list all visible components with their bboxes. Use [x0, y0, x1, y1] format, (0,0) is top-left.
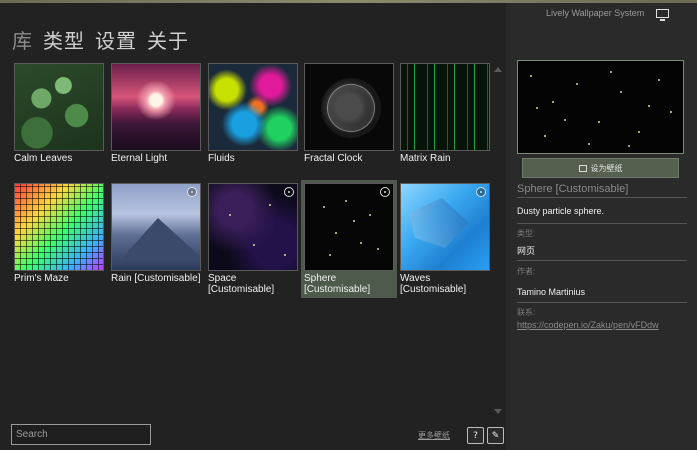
- library-pane: 库 类型 设置 关于 Calm Leaves Eternal Light Flu…: [0, 3, 506, 450]
- customise-gear-icon[interactable]: [187, 187, 197, 197]
- wallpaper-label: Sphere [Customisable]: [304, 273, 371, 295]
- wallpaper-description: Dusty particle sphere.: [517, 206, 605, 216]
- author-label: 作者:: [517, 267, 536, 276]
- author-value: Tamino Martinius: [517, 287, 586, 297]
- app-title: Lively Wallpaper System: [546, 8, 645, 18]
- contact-label: 联系:: [517, 308, 536, 317]
- image-icon: [578, 164, 587, 172]
- wallpaper-title: Sphere [Customisable]: [517, 183, 687, 198]
- help-icon: ?: [473, 430, 478, 441]
- wallpaper-label: Space [Customisable]: [208, 273, 275, 295]
- divider: [517, 260, 687, 261]
- wallpaper-thumbnail: [208, 183, 298, 271]
- wallpaper-label: Fractal Clock: [304, 153, 363, 164]
- divider: [517, 302, 687, 303]
- divider: [517, 223, 687, 224]
- wallpaper-label: Prim's Maze: [14, 273, 69, 284]
- nav-library[interactable]: 库: [12, 25, 33, 54]
- wallpaper-thumbnail: [14, 183, 104, 271]
- more-wallpapers-link[interactable]: 更多壁纸: [418, 430, 450, 441]
- wallpaper-label: Fluids: [208, 153, 235, 164]
- wallpaper-tile-matrix-rain[interactable]: Matrix Rain: [400, 63, 490, 164]
- top-nav: 库 类型 设置 关于: [12, 25, 189, 54]
- wallpaper-label: Rain [Customisable]: [111, 273, 201, 284]
- wallpaper-tile-prims-maze[interactable]: Prim's Maze: [14, 183, 104, 284]
- monitor-icon[interactable]: [656, 9, 669, 21]
- wallpaper-tile-eternal-light[interactable]: Eternal Light: [111, 63, 201, 164]
- customise-gear-icon[interactable]: [380, 187, 390, 197]
- wallpaper-thumbnail: [304, 63, 394, 151]
- wallpaper-thumbnail: [400, 183, 490, 271]
- help-button[interactable]: ?: [467, 427, 484, 444]
- wallpaper-thumbnail: [304, 183, 394, 271]
- type-value: 网页: [517, 246, 536, 256]
- edit-icon: ✎: [491, 430, 500, 441]
- wallpaper-tile-waves[interactable]: Waves [Customisable]: [400, 183, 490, 295]
- wallpaper-thumbnail: [208, 63, 298, 151]
- customise-gear-icon[interactable]: [476, 187, 486, 197]
- details-pane: Lively Wallpaper System 设为壁纸 Sphere [Cus…: [506, 3, 697, 450]
- wallpaper-thumbnail: [111, 63, 201, 151]
- wallpaper-tile-fractal-clock[interactable]: Fractal Clock: [304, 63, 394, 164]
- wallpaper-label: Eternal Light: [111, 153, 168, 164]
- scroll-down-icon[interactable]: [494, 409, 502, 414]
- wallpaper-label: Calm Leaves: [14, 153, 73, 164]
- nav-about[interactable]: 关于: [147, 25, 189, 54]
- wallpaper-thumbnail: [400, 63, 490, 151]
- set-as-wallpaper-button[interactable]: 设为壁纸: [522, 158, 679, 178]
- customise-gear-icon[interactable]: [284, 187, 294, 197]
- type-label: 类型:: [517, 229, 536, 238]
- wallpaper-label: Matrix Rain: [400, 153, 451, 164]
- wallpaper-tile-calm-leaves[interactable]: Calm Leaves: [14, 63, 104, 164]
- nav-settings[interactable]: 设置: [95, 25, 137, 54]
- wallpaper-preview: [517, 60, 684, 154]
- wallpaper-label: Waves [Customisable]: [400, 273, 467, 295]
- search-input[interactable]: [11, 424, 151, 445]
- wallpaper-tile-fluids[interactable]: Fluids: [208, 63, 298, 164]
- wallpaper-thumbnail: [111, 183, 201, 271]
- wallpaper-thumbnail: [14, 63, 104, 151]
- wallpaper-tile-sphere[interactable]: Sphere [Customisable]: [301, 180, 397, 298]
- wallpaper-tile-space[interactable]: Space [Customisable]: [208, 183, 298, 295]
- set-as-wallpaper-label: 设为壁纸: [590, 163, 623, 173]
- wallpaper-tile-rain[interactable]: Rain [Customisable]: [111, 183, 201, 284]
- nav-type[interactable]: 类型: [43, 25, 85, 54]
- scroll-up-icon[interactable]: [494, 67, 502, 72]
- edit-button[interactable]: ✎: [487, 427, 504, 444]
- contact-link[interactable]: https://codepen.io/Zaku/pen/vFDdw: [517, 320, 659, 330]
